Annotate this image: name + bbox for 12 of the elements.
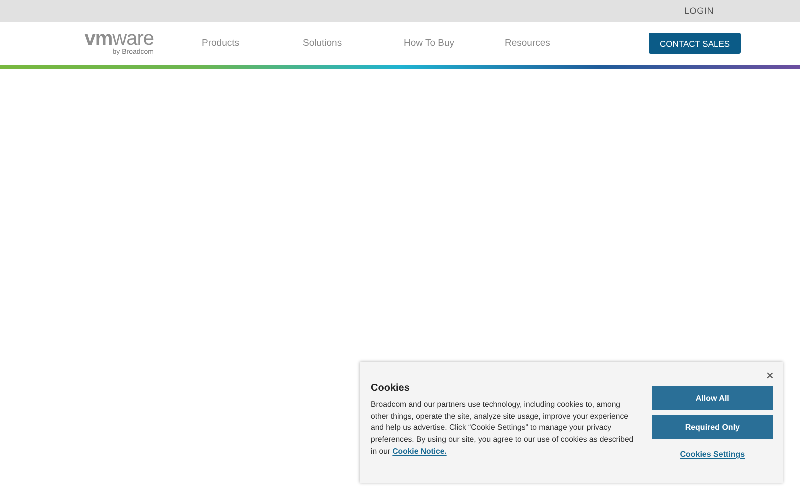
close-button[interactable]: ×: [766, 369, 774, 382]
nav-link[interactable]: Solutions: [303, 38, 404, 49]
required-only-button[interactable]: Required Only: [652, 415, 773, 439]
cookie-banner-title: Cookies: [371, 383, 411, 394]
contact-sales-button[interactable]: CONTACT SALES: [649, 33, 742, 54]
cookies-settings-link[interactable]: Cookies Settings: [680, 450, 746, 459]
allow-all-button[interactable]: Allow All: [652, 386, 773, 410]
logo[interactable]: vmware: [84, 30, 154, 48]
nav-link[interactable]: Products: [202, 38, 303, 49]
nav-link[interactable]: How To Buy: [404, 38, 505, 49]
nav-link[interactable]: Resources: [505, 38, 606, 49]
login-link[interactable]: LOGIN: [684, 6, 714, 16]
